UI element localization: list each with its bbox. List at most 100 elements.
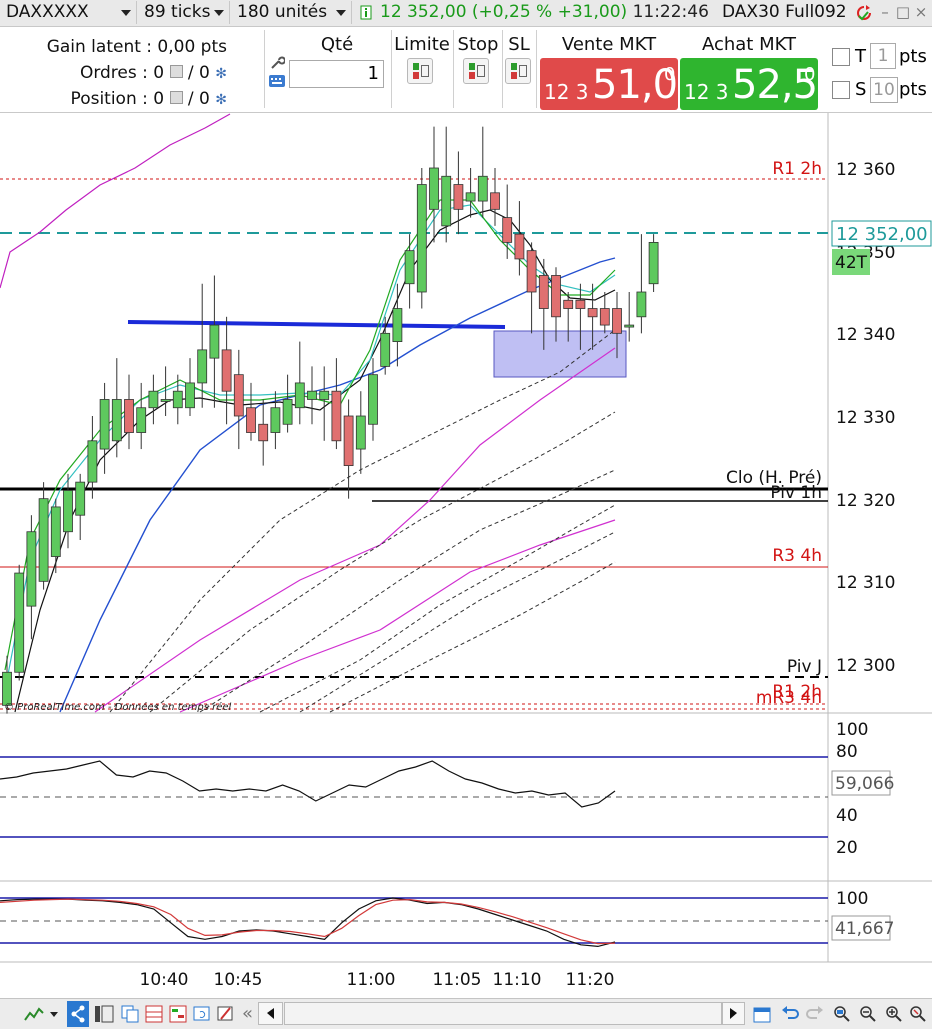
y-tick-label: 12 360 — [836, 160, 895, 180]
y-tick-label: 12 310 — [836, 573, 895, 593]
units-dropdown[interactable]: 180 unités — [231, 1, 352, 24]
current-price-value: 12 352,00 — [836, 224, 928, 245]
position-total: / 0 — [187, 89, 210, 109]
candle — [14, 572, 25, 673]
stop-distance-input[interactable]: 10 — [870, 77, 898, 103]
buy-price-sup: 0 — [804, 64, 816, 85]
minimize-icon[interactable]: – — [877, 3, 893, 21]
horizontal-scrollbar[interactable] — [284, 1002, 722, 1025]
gear-icon[interactable]: ✻ — [215, 66, 227, 82]
calendar-icon[interactable] — [752, 1004, 772, 1024]
dotted-average-line-4 — [259, 504, 616, 713]
order-book-icon[interactable] — [168, 1004, 188, 1024]
buy-market-button[interactable]: 12 3 52,5 0 — [680, 58, 818, 110]
target-input[interactable]: 1 — [870, 43, 896, 69]
window-title: DAX30 Full092 — [722, 2, 847, 22]
stop-s-label: S — [855, 79, 867, 100]
copy-icon[interactable] — [120, 1004, 140, 1024]
limit-order-button[interactable] — [407, 58, 433, 84]
candle — [233, 374, 244, 417]
zoom-reset-icon[interactable] — [908, 1004, 928, 1024]
unrealized-gain: Gain latent : 0,00 pts — [46, 37, 227, 57]
bottom-toolbar: « — [0, 998, 932, 1029]
chart-type-icon[interactable] — [24, 1004, 44, 1024]
table-icon[interactable] — [144, 1004, 164, 1024]
position-count: Position : 0 — [70, 89, 165, 109]
refresh-icon[interactable] — [855, 4, 873, 22]
stop-loss-button[interactable] — [505, 58, 531, 84]
candle — [490, 192, 500, 210]
candle — [380, 332, 391, 367]
green-average-line — [4, 199, 616, 671]
orders-doc-icon[interactable] — [169, 65, 183, 78]
wrench-icon[interactable] — [269, 55, 285, 71]
maximize-icon[interactable]: □ — [895, 3, 911, 21]
candle — [26, 531, 37, 607]
sell-market-button[interactable]: 12 3 51,0 0 — [540, 58, 678, 110]
candle — [221, 349, 232, 392]
candle — [575, 299, 586, 309]
zoom-in-icon[interactable] — [884, 1004, 904, 1024]
zoom-out-icon[interactable] — [858, 1004, 878, 1024]
stop-order-button[interactable] — [463, 58, 489, 84]
candle — [136, 407, 147, 433]
trendline[interactable] — [127, 320, 506, 329]
candle — [124, 399, 134, 433]
candle — [160, 399, 171, 402]
redo-icon[interactable] — [805, 1004, 825, 1024]
info-icon[interactable] — [360, 5, 372, 20]
layout-icon[interactable] — [94, 1004, 114, 1024]
position-doc-icon[interactable] — [169, 91, 183, 104]
alert-icon[interactable] — [216, 1004, 236, 1024]
candle — [477, 175, 488, 202]
divider — [453, 30, 454, 108]
gear-icon[interactable]: ✻ — [215, 92, 227, 108]
rsi-tick: 40 — [836, 806, 858, 826]
candle — [514, 233, 525, 260]
quote-value: 12 352,00 (+0,25 % +31,00) — [380, 2, 628, 22]
buy-label: Achat MKT — [701, 34, 797, 55]
level-label-r3-4h: R3 4h — [772, 546, 822, 566]
target-checkbox[interactable] — [832, 48, 850, 66]
buy-price-prefix: 12 3 — [684, 80, 729, 104]
level-label-mr3-4h: mR3 4h — [756, 688, 822, 708]
rsi-line — [0, 760, 616, 808]
candle — [563, 299, 574, 309]
qty-label: Qté — [320, 34, 354, 55]
refresh-window-icon[interactable] — [192, 1004, 212, 1024]
chevron-down-icon[interactable] — [48, 1004, 60, 1024]
candle — [197, 349, 208, 384]
ticks-dropdown[interactable]: 89 ticks — [138, 1, 230, 24]
y-tick-label: 12 340 — [836, 325, 895, 345]
candle — [294, 382, 305, 409]
scroll-left-button[interactable] — [258, 1002, 283, 1025]
divider — [536, 30, 537, 108]
candle — [453, 184, 464, 210]
candle — [441, 175, 452, 227]
level-label-piv-1h: Piv 1h — [770, 483, 822, 503]
stop-checkbox[interactable] — [832, 81, 850, 99]
divider — [264, 30, 265, 108]
candle — [75, 481, 86, 516]
share-icon[interactable] — [67, 1001, 89, 1027]
keyboard-icon[interactable] — [268, 73, 286, 89]
rsi-tick: 20 — [836, 838, 858, 858]
x-tick-label: 11:00 — [347, 970, 396, 990]
quote-time: 11:22:46 — [632, 2, 709, 22]
candle — [331, 390, 342, 442]
candle — [319, 390, 330, 400]
candle — [258, 423, 269, 442]
zoom-fit-icon[interactable] — [832, 1004, 852, 1024]
stoch-k-line — [0, 897, 616, 948]
qty-input[interactable]: 1 — [289, 60, 384, 88]
candle — [209, 324, 220, 359]
candle — [99, 399, 110, 450]
candle — [87, 440, 98, 483]
top-toolbar: DAXXXXX 89 ticks 180 unités 12 352,00 (+… — [0, 0, 932, 27]
instrument-dropdown[interactable]: DAXXXXX — [0, 1, 137, 24]
undo-icon[interactable] — [780, 1004, 800, 1024]
close-icon[interactable]: × — [913, 3, 929, 21]
double-chevron-left-icon[interactable]: « — [242, 1003, 253, 1024]
scroll-right-button[interactable] — [722, 1002, 745, 1025]
chart-area[interactable]: R1 2h Clo (H. Pré) Piv 1h R3 4h Piv J R1… — [0, 113, 932, 998]
